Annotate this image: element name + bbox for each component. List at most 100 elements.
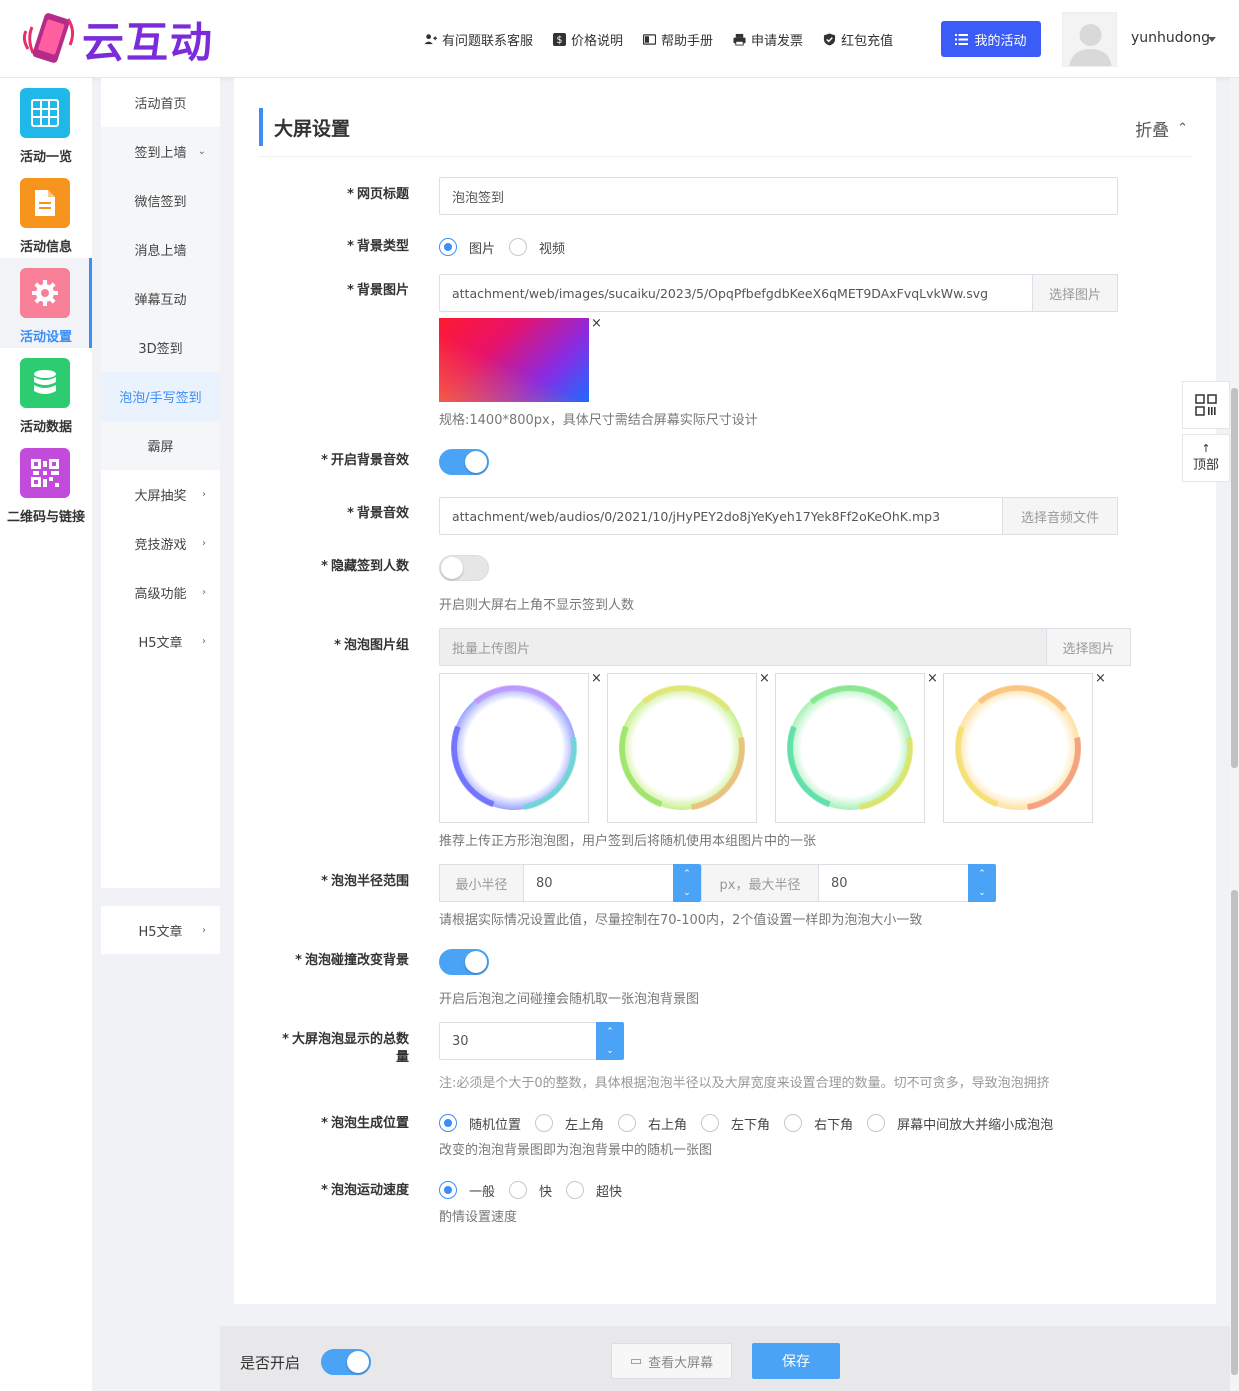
chevron-up-icon[interactable]: ⌃ [683, 869, 691, 879]
user-plus-icon [424, 33, 437, 44]
subnav-item-wechat-checkin[interactable]: 微信签到 [101, 176, 220, 225]
nav-apply-invoice[interactable]: 申请发票 [733, 30, 803, 49]
subnav-item-bubble-checkin[interactable]: 泡泡/手写签到 [101, 372, 220, 421]
caret-down-icon[interactable] [1208, 37, 1216, 42]
hide-count-label: * 隐藏签到人数 [321, 559, 409, 574]
sidebar-item-activity-data[interactable]: 活动数据 [0, 348, 92, 438]
max-radius-input[interactable]: 80 [818, 864, 970, 902]
back-to-top-label: 顶部 [1192, 458, 1219, 473]
chevron-right-icon: › [202, 636, 206, 647]
nav-pricing[interactable]: $ 价格说明 [553, 30, 623, 49]
scrollbar-thumb-secondary[interactable] [1231, 890, 1238, 1375]
subnav-item-games[interactable]: 竞技游戏 › [101, 519, 220, 568]
remove-bg-image-close-icon[interactable]: × [591, 316, 602, 331]
qrcode-icon [1195, 394, 1217, 416]
radio-dot [509, 238, 528, 256]
sidebar-item-activity-settings[interactable]: 活动设置 [0, 258, 92, 348]
radio-bg-image[interactable]: 图片 [439, 238, 495, 257]
settings-card: 大屏设置 折叠 ⌃ * 网页标题 泡泡签到 * 背景类型 图片 视频 * 背景图片 a… [234, 78, 1216, 1304]
radio-position-bottom-right[interactable]: 右下角 [784, 1114, 853, 1133]
fold-toggle[interactable]: 折叠 ⌃ [1135, 116, 1188, 141]
radio-speed-normal[interactable]: 一般 [439, 1181, 495, 1200]
radio-label: 快 [539, 1184, 553, 1200]
sidebar-item-activity-info[interactable]: 活动信息 [0, 168, 92, 258]
radio-position-top-right[interactable]: 右上角 [618, 1114, 687, 1133]
bubble-batch-upload-input[interactable]: 批量上传图片 [439, 628, 1047, 666]
bubble-thumb-2 [607, 673, 757, 823]
radio-dot [439, 1181, 457, 1199]
view-big-screen-label: 查看大屏幕 [648, 1355, 714, 1371]
back-to-top-button[interactable]: ↑ 顶部 [1182, 434, 1230, 482]
bg-image-label: * 背景图片 [347, 283, 409, 298]
my-activity-button[interactable]: 我的活动 [941, 21, 1041, 57]
radio-speed-fast[interactable]: 快 [509, 1181, 552, 1200]
radio-speed-super-fast[interactable]: 超快 [566, 1181, 622, 1200]
min-radius-input[interactable]: 80 [523, 864, 675, 902]
bg-music-path-input[interactable]: attachment/web/audios/0/2021/10/jHyPEY2d… [439, 497, 1003, 535]
collision-toggle[interactable] [439, 949, 489, 975]
subnav-item-screen-takeover[interactable]: 霸屏 [101, 421, 220, 470]
nav-help-manual[interactable]: 帮助手册 [643, 30, 713, 49]
enable-toggle[interactable] [321, 1349, 371, 1375]
chevron-down-icon[interactable]: ⌄ [978, 888, 986, 898]
gear-icon [20, 268, 70, 318]
select-audio-button[interactable]: 选择音频文件 [1002, 497, 1118, 535]
bg-music-toggle[interactable] [439, 449, 489, 475]
subnav-item-message-wall[interactable]: 消息上墙 [101, 225, 220, 274]
remove-bubble-3-close-icon[interactable]: × [927, 671, 938, 686]
top-nav: 有问题联系客服 $ 价格说明 帮助手册 申请发票 红包充值 [424, 26, 913, 52]
bg-type-radio-group: 图片 视频 [439, 237, 579, 257]
save-button[interactable]: 保存 [752, 1343, 840, 1379]
subnav-item-danmaku[interactable]: 弹幕互动 [101, 274, 220, 323]
chevron-down-icon[interactable]: ⌄ [683, 888, 691, 898]
nav-contact-support[interactable]: 有问题联系客服 [424, 30, 533, 49]
username[interactable]: yunhudong [1131, 30, 1210, 46]
nav-redpacket-recharge[interactable]: 红包充值 [823, 30, 893, 49]
total-count-stepper[interactable]: ⌃ ⌄ [596, 1022, 624, 1060]
subnav-item-home[interactable]: 活动首页 [101, 78, 220, 127]
radio-position-random[interactable]: 随机位置 [439, 1114, 521, 1133]
subnav-item-h5-article-bottom[interactable]: H5文章 › [101, 906, 220, 954]
chevron-up-icon[interactable]: ⌃ [606, 1027, 614, 1037]
sidebar-item-qrcode-links[interactable]: 二维码与链接 [0, 438, 92, 528]
remove-bubble-4-close-icon[interactable]: × [1095, 671, 1106, 686]
bg-image-path-input[interactable]: attachment/web/images/sucaiku/2023/5/Opq… [439, 274, 1033, 312]
bubble-image-3 [787, 685, 913, 811]
select-bubble-images-button[interactable]: 选择图片 [1046, 628, 1131, 666]
chevron-up-icon[interactable]: ⌃ [978, 869, 986, 879]
chevron-right-icon: › [202, 924, 206, 936]
radio-position-bottom-left[interactable]: 左下角 [701, 1114, 770, 1133]
hide-count-toggle[interactable] [439, 555, 489, 581]
toggle-knob [465, 451, 487, 473]
radio-bg-video[interactable]: 视频 [509, 238, 565, 257]
scrollbar-thumb[interactable] [1231, 388, 1238, 768]
subnav-item-h5-article[interactable]: H5文章 › [101, 617, 220, 666]
page-title-input[interactable]: 泡泡签到 [439, 177, 1118, 215]
sidebar-item-activity-list[interactable]: 活动一览 [0, 78, 92, 168]
brand-logo[interactable]: 云互动 [18, 8, 228, 70]
remove-bubble-1-close-icon[interactable]: × [591, 671, 602, 686]
bg-image-preview [439, 318, 589, 402]
total-count-input[interactable]: 30 [439, 1022, 599, 1060]
section-title: 大屏设置 [259, 108, 350, 146]
nav-help-manual-label: 帮助手册 [661, 33, 714, 49]
min-radius-stepper[interactable]: ⌃ ⌄ [673, 864, 701, 902]
subnav-item-lottery[interactable]: 大屏抽奖 › [101, 470, 220, 519]
remove-bubble-2-close-icon[interactable]: × [759, 671, 770, 686]
float-qrcode-button[interactable] [1182, 381, 1230, 429]
radio-dot [867, 1114, 886, 1132]
chevron-right-icon: › [202, 538, 206, 549]
min-radius-addon: 最小半径 [439, 864, 524, 902]
avatar[interactable] [1062, 12, 1117, 67]
subnav-item-checkin-wall[interactable]: 签到上墙 ⌄ [101, 127, 220, 176]
max-radius-stepper[interactable]: ⌃ ⌄ [968, 864, 996, 902]
sidebar-item-label: 活动设置 [19, 330, 72, 345]
select-bg-image-button[interactable]: 选择图片 [1032, 274, 1118, 312]
subnav-item-advanced[interactable]: 高级功能 › [101, 568, 220, 617]
subnav-item-3d-checkin[interactable]: 3D签到 [101, 323, 220, 372]
radio-position-center-zoom[interactable]: 屏幕中间放大并缩小成泡泡 [867, 1114, 1053, 1133]
chevron-down-icon[interactable]: ⌄ [606, 1046, 614, 1056]
radio-position-top-left[interactable]: 左上角 [535, 1114, 604, 1133]
grid-icon [20, 88, 70, 138]
view-big-screen-button[interactable]: ▭ 查看大屏幕 [611, 1343, 732, 1379]
